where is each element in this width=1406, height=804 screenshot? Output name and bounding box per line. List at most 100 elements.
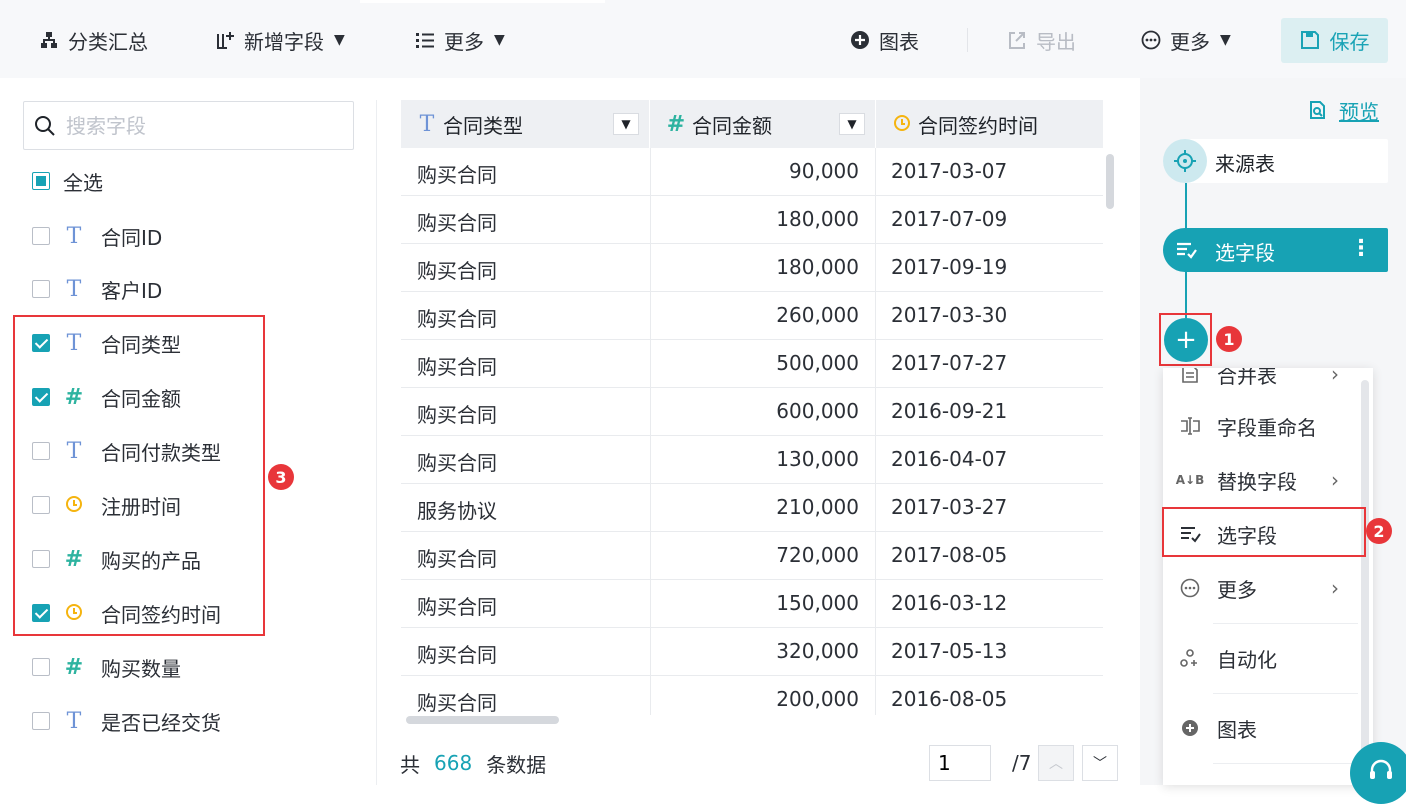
table-cell: 2017-07-27 xyxy=(891,351,1008,375)
page-down-button[interactable]: ﹀ xyxy=(1082,745,1118,781)
kebab-menu-icon[interactable]: ⋮ xyxy=(1350,236,1372,261)
chevron-down-icon: ﹀ xyxy=(1093,756,1107,772)
table-row: 服务协议 210,000 2017-03-27 xyxy=(401,484,1103,532)
table-cell: 2017-09-19 xyxy=(891,255,1008,279)
headset-icon xyxy=(1367,757,1395,789)
table-cell: 600,000 xyxy=(776,399,859,423)
highlight-box-fields xyxy=(13,315,265,636)
number-type-icon: # xyxy=(666,111,686,137)
table-cell: 购买合同 xyxy=(417,211,497,235)
text-type-icon: T xyxy=(66,223,82,249)
table-row: 购买合同 150,000 2016-03-12 xyxy=(401,580,1103,628)
select-all-row[interactable]: 全选 xyxy=(32,166,103,196)
save-button[interactable]: 保存 xyxy=(1281,18,1388,63)
chart-label: 图表 xyxy=(879,29,919,54)
highlight-box-select-field xyxy=(1162,507,1366,557)
menu-item-more[interactable]: 更多 › xyxy=(1163,568,1363,608)
add-field-button[interactable]: 新增字段 ▼ xyxy=(214,24,345,56)
menu-item-automation[interactable]: 自动化 xyxy=(1163,638,1363,678)
table-cell: 500,000 xyxy=(776,351,859,375)
group-summary-button[interactable]: 分类汇总 xyxy=(38,24,148,56)
menu-item-rename[interactable]: 字段重命名 xyxy=(1163,406,1363,446)
text-type-icon: T xyxy=(419,111,435,137)
save-icon xyxy=(1300,30,1322,52)
more-circle-icon xyxy=(1179,577,1201,599)
customer-service-button[interactable] xyxy=(1350,742,1406,804)
menu-item-replace[interactable]: A↓B 替换字段 › xyxy=(1163,460,1363,500)
export-button[interactable]: 导出 xyxy=(1006,24,1076,56)
table-cell: 2016-04-07 xyxy=(891,447,1008,471)
table-header: T 合同类型 ▼ # 合同金额 ▼ 合同签约时间 ▼ xyxy=(401,100,1103,148)
menu-label: 合并表 xyxy=(1217,368,1277,388)
column-dropdown-button[interactable]: ▼ xyxy=(613,113,639,135)
source-table-node[interactable]: 来源表 xyxy=(1163,139,1388,183)
caret-down-icon: ▼ xyxy=(494,32,505,48)
column-header-contract-type[interactable]: T 合同类型 ▼ xyxy=(401,100,650,148)
page-total: /7 xyxy=(1012,751,1032,775)
export-label: 导出 xyxy=(1036,29,1076,54)
column-dropdown-button[interactable]: ▼ xyxy=(839,113,865,135)
column-divider xyxy=(875,148,876,715)
more-left-button[interactable]: 更多 ▼ xyxy=(414,24,505,56)
toolbar: 分类汇总 新增字段 ▼ 更多 ▼ 图表 导出 更多 ▼ 保存 xyxy=(0,0,1406,78)
chevron-right-icon: › xyxy=(1331,576,1339,600)
table-horizontal-scrollbar[interactable] xyxy=(406,716,559,724)
caret-down-icon: ▼ xyxy=(1220,32,1231,48)
field-label: 是否已经交货 xyxy=(101,710,221,735)
table-cell: 200,000 xyxy=(776,687,859,711)
caret-down-icon: ▼ xyxy=(334,32,345,48)
field-checkbox[interactable] xyxy=(32,712,50,730)
table-row: 购买合同 130,000 2016-04-07 xyxy=(401,436,1103,484)
panel-divider xyxy=(376,100,377,785)
menu-divider xyxy=(1213,763,1358,764)
record-count: 共 668 条数据 xyxy=(400,748,546,778)
menu-item-chart[interactable]: 图表 xyxy=(1163,708,1363,748)
field-checkbox[interactable] xyxy=(32,280,50,298)
field-item[interactable]: T 客户ID xyxy=(32,274,162,304)
table-cell: 购买合同 xyxy=(417,355,497,379)
field-checkbox[interactable] xyxy=(32,658,50,676)
menu-label: 自动化 xyxy=(1217,647,1277,672)
menu-item-merge[interactable]: 合并表 › xyxy=(1163,368,1363,394)
page-number-input[interactable] xyxy=(929,745,991,781)
table-cell: 2016-08-05 xyxy=(891,687,1008,711)
table-cell: 2017-03-27 xyxy=(891,495,1008,519)
more-right-button[interactable]: 更多 ▼ xyxy=(1140,24,1231,56)
more-right-label: 更多 xyxy=(1170,29,1210,54)
field-label: 购买数量 xyxy=(101,656,181,681)
column-header-sign-time[interactable]: 合同签约时间 ▼ xyxy=(876,100,1103,148)
highlight-box-add xyxy=(1159,313,1212,366)
search-input[interactable] xyxy=(64,110,348,142)
table-row: 购买合同 180,000 2017-07-09 xyxy=(401,196,1103,244)
preview-icon xyxy=(1307,100,1329,122)
chevron-right-icon: › xyxy=(1331,368,1339,386)
column-header-contract-amount[interactable]: # 合同金额 ▼ xyxy=(650,100,876,148)
select-all-label: 全选 xyxy=(63,170,103,195)
field-label: 客户ID xyxy=(101,278,163,303)
field-item[interactable]: # 购买数量 xyxy=(32,652,181,682)
chart-button[interactable]: 图表 xyxy=(849,24,919,56)
active-tab-indicator xyxy=(360,0,605,3)
field-search[interactable] xyxy=(23,101,354,150)
preview-link[interactable]: 预览 xyxy=(1307,96,1379,125)
field-item[interactable]: T 合同ID xyxy=(32,221,162,251)
table-vertical-scrollbar[interactable] xyxy=(1106,154,1114,209)
table-row: 购买合同 600,000 2016-09-21 xyxy=(401,388,1103,436)
field-item[interactable]: T 是否已经交货 xyxy=(32,706,221,736)
page-up-button[interactable]: ︿ xyxy=(1038,745,1074,781)
chevron-right-icon: › xyxy=(1331,468,1339,492)
select-field-node[interactable]: 选字段 ⋮ xyxy=(1163,228,1388,272)
table-row: 购买合同 320,000 2017-05-13 xyxy=(401,628,1103,676)
menu-scrollbar[interactable] xyxy=(1361,380,1369,780)
table-cell: 90,000 xyxy=(789,159,859,183)
plus-circle-icon xyxy=(1179,717,1201,739)
table-cell: 购买合同 xyxy=(417,595,497,619)
export-icon xyxy=(1006,29,1028,51)
text-type-icon: T xyxy=(66,708,82,734)
record-count-suffix: 条数据 xyxy=(486,752,547,777)
field-checkbox[interactable] xyxy=(32,227,50,245)
select-all-checkbox[interactable] xyxy=(32,172,50,190)
more-left-label: 更多 xyxy=(444,29,484,54)
table-row: 购买合同 180,000 2017-09-19 xyxy=(401,244,1103,292)
column-label: 合同类型 xyxy=(443,113,523,138)
